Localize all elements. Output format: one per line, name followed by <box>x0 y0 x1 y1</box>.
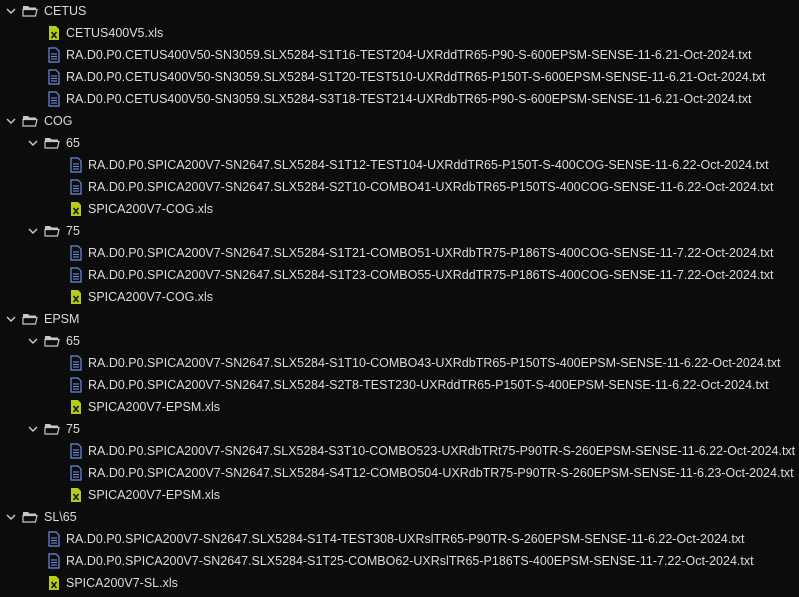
excel-file-icon <box>68 484 84 506</box>
tree-folder-label: EPSM <box>44 312 80 326</box>
tree-file-label: SPICA200V7-COG.xls <box>88 202 214 216</box>
text-file-icon <box>68 440 84 462</box>
excel-file-icon <box>68 198 84 220</box>
text-file-icon <box>68 264 84 286</box>
excel-file-icon <box>68 286 84 308</box>
excel-file-icon <box>68 396 84 418</box>
folder-open-icon <box>44 418 60 440</box>
tree-folder-row[interactable]: SL\65 <box>0 506 799 528</box>
text-file-icon <box>46 66 62 88</box>
tree-file-row[interactable]: SPICA200V7-EPSM.xls <box>0 484 799 506</box>
tree-file-label: RA.D0.P0.CETUS400V50-SN3059.SLX5284-S1T1… <box>66 48 752 62</box>
text-file-icon <box>46 88 62 110</box>
tree-folder-row[interactable]: COG <box>0 110 799 132</box>
tree-folder-label: SL\65 <box>44 510 77 524</box>
tree-file-row[interactable]: RA.D0.P0.SPICA200V7-SN2647.SLX5284-S3T10… <box>0 440 799 462</box>
tree-file-label: CETUS400V5.xls <box>66 26 164 40</box>
tree-folder-row[interactable]: 75 <box>0 220 799 242</box>
tree-file-label: RA.D0.P0.SPICA200V7-SN2647.SLX5284-S4T12… <box>88 466 794 480</box>
text-file-icon <box>46 44 62 66</box>
tree-file-label: SPICA200V7-EPSM.xls <box>88 400 220 414</box>
tree-file-label: RA.D0.P0.SPICA200V7-SN2647.SLX5284-S2T10… <box>88 180 774 194</box>
tree-folder-row[interactable]: 75 <box>0 418 799 440</box>
chevron-down-icon[interactable] <box>27 220 39 242</box>
tree-file-row[interactable]: RA.D0.P0.SPICA200V7-SN2647.SLX5284-S1T12… <box>0 154 799 176</box>
tree-folder-row[interactable]: 65 <box>0 132 799 154</box>
tree-folder-label: CETUS <box>44 4 87 18</box>
tree-file-label: RA.D0.P0.SPICA200V7-SN2647.SLX5284-S1T25… <box>66 554 754 568</box>
tree-file-label: RA.D0.P0.SPICA200V7-SN2647.SLX5284-S1T10… <box>88 356 781 370</box>
tree-file-row[interactable]: RA.D0.P0.CETUS400V50-SN3059.SLX5284-S1T1… <box>0 44 799 66</box>
text-file-icon <box>46 550 62 572</box>
chevron-down-icon[interactable] <box>5 110 17 132</box>
folder-open-icon <box>22 506 38 528</box>
tree-file-label: RA.D0.P0.SPICA200V7-SN2647.SLX5284-S2T8-… <box>88 378 769 392</box>
tree-file-row[interactable]: SPICA200V7-COG.xls <box>0 198 799 220</box>
tree-file-row[interactable]: SPICA200V7-SL.xls <box>0 572 799 594</box>
tree-file-row[interactable]: RA.D0.P0.SPICA200V7-SN2647.SLX5284-S1T10… <box>0 352 799 374</box>
tree-folder-row[interactable]: 65 <box>0 330 799 352</box>
tree-file-label: RA.D0.P0.SPICA200V7-SN2647.SLX5284-S1T21… <box>88 246 774 260</box>
folder-open-icon <box>22 308 38 330</box>
tree-file-label: SPICA200V7-COG.xls <box>88 290 214 304</box>
tree-folder-label: 75 <box>66 224 80 238</box>
tree-file-label: SPICA200V7-EPSM.xls <box>88 488 220 502</box>
chevron-down-icon[interactable] <box>5 0 17 22</box>
text-file-icon <box>68 352 84 374</box>
text-file-icon <box>68 176 84 198</box>
chevron-down-icon[interactable] <box>27 418 39 440</box>
tree-file-label: RA.D0.P0.SPICA200V7-SN2647.SLX5284-S1T12… <box>88 158 769 172</box>
tree-file-row[interactable]: RA.D0.P0.CETUS400V50-SN3059.SLX5284-S1T2… <box>0 66 799 88</box>
folder-open-icon <box>22 0 38 22</box>
tree-folder-label: 75 <box>66 422 80 436</box>
tree-file-row[interactable]: RA.D0.P0.SPICA200V7-SN2647.SLX5284-S4T12… <box>0 462 799 484</box>
tree-file-label: RA.D0.P0.SPICA200V7-SN2647.SLX5284-S1T4-… <box>66 532 745 546</box>
tree-file-row[interactable]: SPICA200V7-EPSM.xls <box>0 396 799 418</box>
chevron-down-icon[interactable] <box>27 330 39 352</box>
chevron-down-icon[interactable] <box>27 132 39 154</box>
folder-open-icon <box>44 330 60 352</box>
tree-file-label: RA.D0.P0.SPICA200V7-SN2647.SLX5284-S3T10… <box>88 444 796 458</box>
tree-file-row[interactable]: CETUS400V5.xls <box>0 22 799 44</box>
tree-folder-label: 65 <box>66 136 80 150</box>
folder-open-icon <box>44 220 60 242</box>
tree-folder-row[interactable]: EPSM <box>0 308 799 330</box>
tree-file-row[interactable]: RA.D0.P0.SPICA200V7-SN2647.SLX5284-S1T4-… <box>0 528 799 550</box>
tree-file-label: SPICA200V7-SL.xls <box>66 576 178 590</box>
file-tree: CETUS CETUS400V5.xls RA.D0.P0.CETUS400V50-… <box>0 0 799 597</box>
folder-open-icon <box>44 132 60 154</box>
tree-file-row[interactable]: RA.D0.P0.SPICA200V7-SN2647.SLX5284-S2T8-… <box>0 374 799 396</box>
tree-folder-label: 65 <box>66 334 80 348</box>
text-file-icon <box>68 242 84 264</box>
chevron-down-icon[interactable] <box>5 308 17 330</box>
excel-file-icon <box>46 572 62 594</box>
tree-file-row[interactable]: RA.D0.P0.SPICA200V7-SN2647.SLX5284-S1T23… <box>0 264 799 286</box>
text-file-icon <box>46 528 62 550</box>
tree-file-row[interactable]: RA.D0.P0.CETUS400V50-SN3059.SLX5284-S3T1… <box>0 88 799 110</box>
tree-file-label: RA.D0.P0.SPICA200V7-SN2647.SLX5284-S1T23… <box>88 268 774 282</box>
tree-file-row[interactable]: RA.D0.P0.SPICA200V7-SN2647.SLX5284-S1T25… <box>0 550 799 572</box>
excel-file-icon <box>46 22 62 44</box>
text-file-icon <box>68 462 84 484</box>
folder-open-icon <box>22 110 38 132</box>
tree-file-row[interactable]: RA.D0.P0.SPICA200V7-SN2647.SLX5284-S2T10… <box>0 176 799 198</box>
tree-folder-row[interactable]: CETUS <box>0 0 799 22</box>
text-file-icon <box>68 374 84 396</box>
tree-file-label: RA.D0.P0.CETUS400V50-SN3059.SLX5284-S1T2… <box>66 70 766 84</box>
tree-file-row[interactable]: RA.D0.P0.SPICA200V7-SN2647.SLX5284-S1T21… <box>0 242 799 264</box>
chevron-down-icon[interactable] <box>5 506 17 528</box>
text-file-icon <box>68 154 84 176</box>
tree-file-row[interactable]: SPICA200V7-COG.xls <box>0 286 799 308</box>
tree-folder-label: COG <box>44 114 73 128</box>
tree-file-label: RA.D0.P0.CETUS400V50-SN3059.SLX5284-S3T1… <box>66 92 752 106</box>
